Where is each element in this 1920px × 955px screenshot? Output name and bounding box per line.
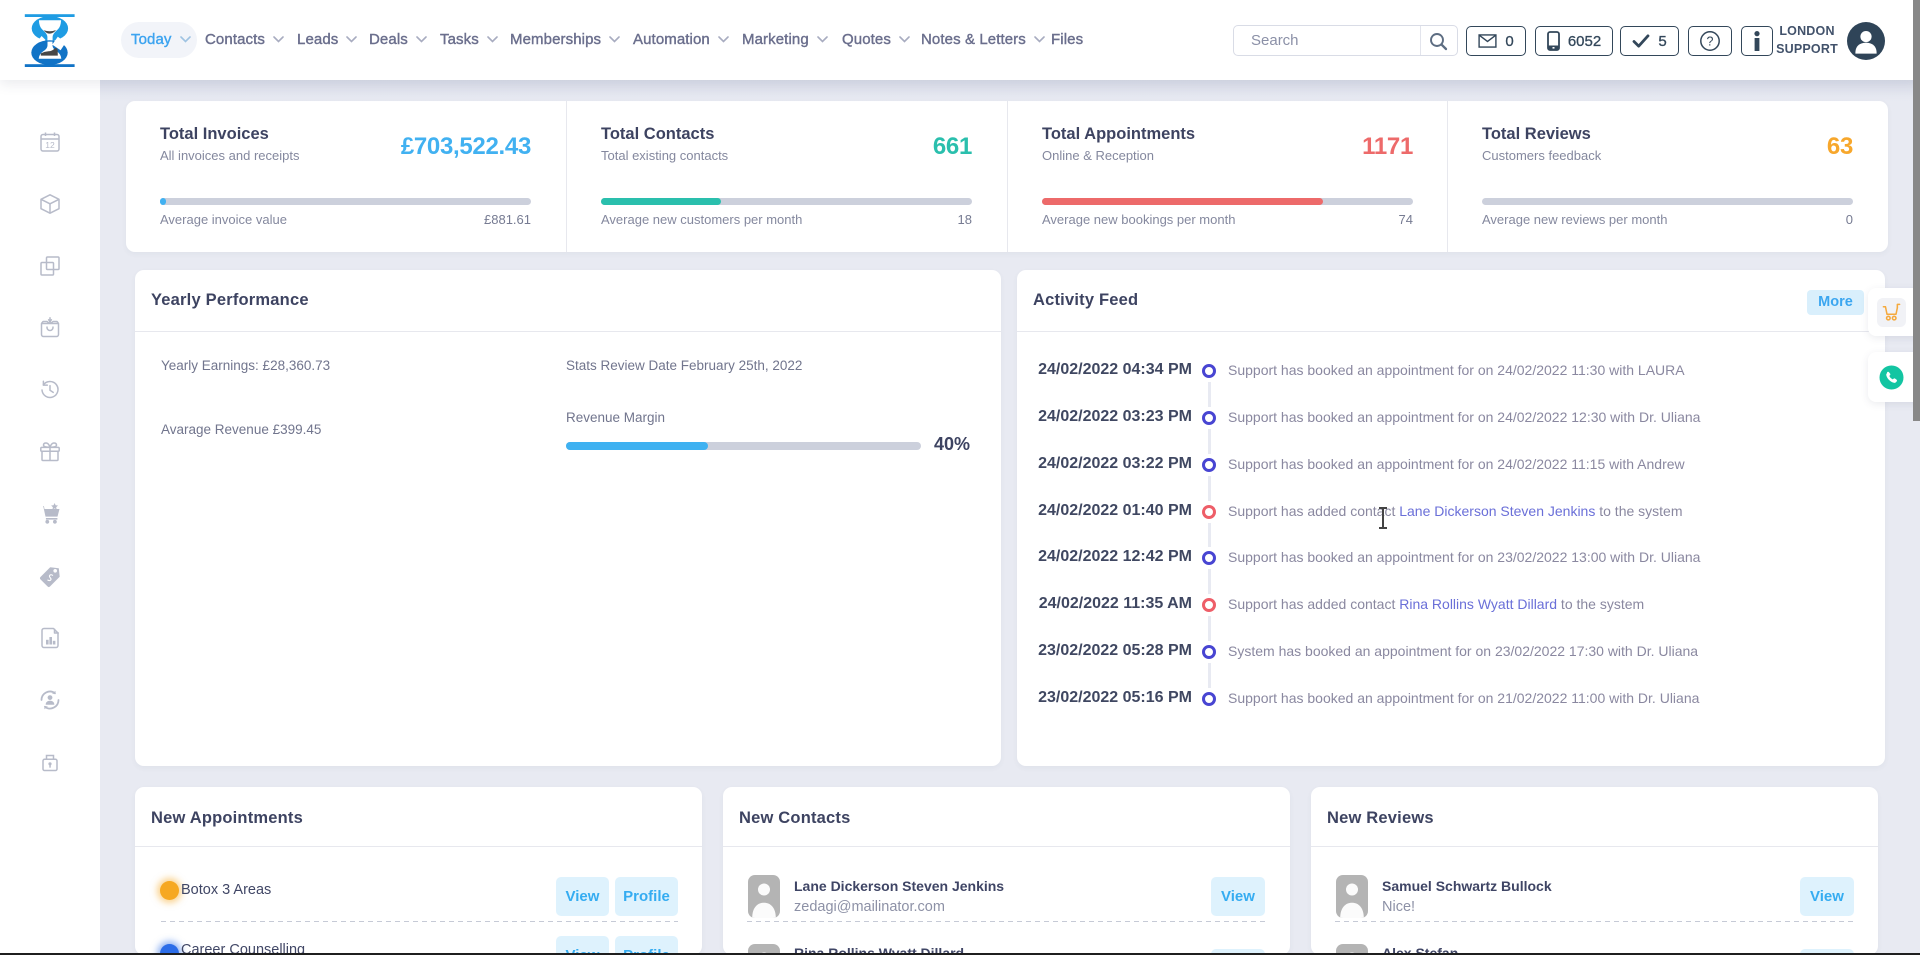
svg-text:?: ? [1707,34,1714,48]
svg-text:12: 12 [45,140,55,150]
